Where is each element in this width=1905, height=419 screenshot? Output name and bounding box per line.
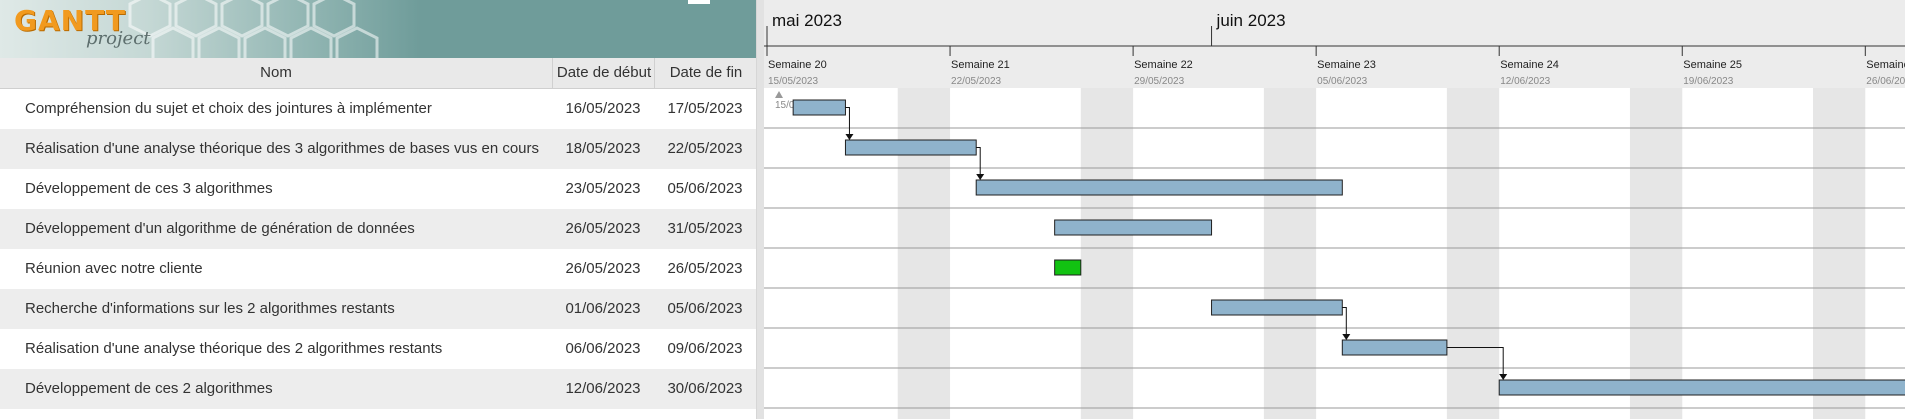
- column-header-name[interactable]: Nom: [0, 58, 552, 88]
- task-name[interactable]: Réalisation d'une analyse théorique des …: [25, 329, 442, 369]
- task-start-date[interactable]: 23/05/2023: [552, 169, 654, 209]
- task-bar[interactable]: [1498, 379, 1905, 396]
- task-end-date[interactable]: 26/05/2023: [654, 249, 756, 289]
- splitter-grip[interactable]: [688, 0, 710, 4]
- task-row[interactable]: Compréhension du sujet et choix des join…: [0, 89, 756, 129]
- logo-banner: GANTT project: [0, 0, 756, 58]
- month-label: juin 2023: [1216, 11, 1286, 30]
- gantt-chart-canvas[interactable]: mai 2023 juin 2023 Semaine 20 15/05/2023 Sem…: [764, 0, 1905, 419]
- task-start-date[interactable]: 16/05/2023: [552, 89, 654, 129]
- task-row[interactable]: Réalisation d'une analyse théorique des …: [0, 329, 756, 369]
- week-label: Semaine 24: [1500, 59, 1559, 71]
- task-name[interactable]: Développement d'un algorithme de générat…: [25, 209, 415, 249]
- task-end-date[interactable]: 22/05/2023: [654, 129, 756, 169]
- task-bar[interactable]: [844, 139, 977, 156]
- task-table-panel: GANTT project Nom Date de début Date de …: [0, 0, 756, 419]
- hexagon-pattern: [128, 0, 379, 58]
- week-date-label: 05/06/2023: [1317, 76, 1367, 87]
- task-start-date[interactable]: 06/06/2023: [552, 329, 654, 369]
- week-date-label: 29/05/2023: [1134, 76, 1184, 87]
- task-bar[interactable]: [1211, 299, 1343, 316]
- month-label: mai 2023: [772, 11, 842, 30]
- gantt-chart[interactable]: mai 2023 juin 2023 Semaine 20 15/05/2023 Sem…: [764, 0, 1905, 419]
- week-date-label: 15/05/2023: [768, 76, 818, 87]
- task-end-date[interactable]: 30/06/2023: [654, 369, 756, 409]
- task-name[interactable]: Réunion avec notre cliente: [25, 249, 203, 289]
- column-header-start-date[interactable]: Date de début: [552, 58, 655, 88]
- task-row[interactable]: Développement de ces 2 algorithmes 12/06…: [0, 369, 756, 409]
- task-name[interactable]: Compréhension du sujet et choix des join…: [25, 89, 432, 129]
- week-label: Semaine 23: [1317, 59, 1376, 71]
- column-header-end-date[interactable]: Date de fin: [654, 58, 757, 88]
- task-bar[interactable]: [975, 179, 1343, 196]
- week-label: Semaine 25: [1683, 59, 1742, 71]
- task-row[interactable]: Recherche d'informations sur les 2 algor…: [0, 289, 756, 329]
- task-row[interactable]: Développement d'un algorithme de générat…: [0, 209, 756, 249]
- task-bar[interactable]: [1341, 339, 1448, 356]
- week-label: Semaine 20: [768, 59, 827, 71]
- task-bar[interactable]: [792, 99, 846, 116]
- task-end-date[interactable]: 17/05/2023: [654, 89, 756, 129]
- task-row[interactable]: Réalisation d'une analyse théorique des …: [0, 129, 756, 169]
- task-row[interactable]: Réunion avec notre cliente 26/05/2023 26…: [0, 249, 756, 289]
- weekend-column: [1263, 88, 1317, 419]
- task-row[interactable]: Développement de ces 3 algorithmes 23/05…: [0, 169, 756, 209]
- week-date-label: 22/05/2023: [951, 76, 1001, 87]
- logo-sub-text: project: [86, 28, 151, 49]
- task-start-date[interactable]: 26/05/2023: [552, 209, 654, 249]
- table-header: Nom Date de début Date de fin: [0, 58, 756, 89]
- weekend-column: [1629, 88, 1683, 419]
- task-start-date[interactable]: 18/05/2023: [552, 129, 654, 169]
- task-name[interactable]: Développement de ces 2 algorithmes: [25, 369, 273, 409]
- task-start-date[interactable]: 12/06/2023: [552, 369, 654, 409]
- weekend-column: [1813, 88, 1866, 419]
- task-list: Compréhension du sujet et choix des join…: [0, 89, 756, 409]
- timeline-header-bg: [764, 0, 1905, 88]
- week-date-label: 26/06/2023: [1866, 76, 1905, 87]
- task-start-date[interactable]: 01/06/2023: [552, 289, 654, 329]
- meeting-bar[interactable]: [1054, 259, 1082, 276]
- task-start-date[interactable]: 26/05/2023: [552, 249, 654, 289]
- task-end-date[interactable]: 31/05/2023: [654, 209, 756, 249]
- task-name[interactable]: Réalisation d'une analyse théorique des …: [25, 129, 539, 169]
- task-name[interactable]: Recherche d'informations sur les 2 algor…: [25, 289, 395, 329]
- week-date-label: 12/06/2023: [1500, 76, 1550, 87]
- task-end-date[interactable]: 05/06/2023: [654, 289, 756, 329]
- weekend-column: [1080, 88, 1134, 419]
- week-label: Semaine 21: [951, 59, 1010, 71]
- week-label: Semaine 22: [1134, 59, 1193, 71]
- task-end-date[interactable]: 05/06/2023: [654, 169, 756, 209]
- week-label: Semaine 26: [1866, 59, 1905, 71]
- task-bar[interactable]: [1054, 219, 1213, 236]
- week-date-label: 19/06/2023: [1683, 76, 1733, 87]
- weekend-column: [897, 88, 951, 419]
- task-end-date[interactable]: 09/06/2023: [654, 329, 756, 369]
- task-name[interactable]: Développement de ces 3 algorithmes: [25, 169, 273, 209]
- weekend-column: [1446, 88, 1500, 419]
